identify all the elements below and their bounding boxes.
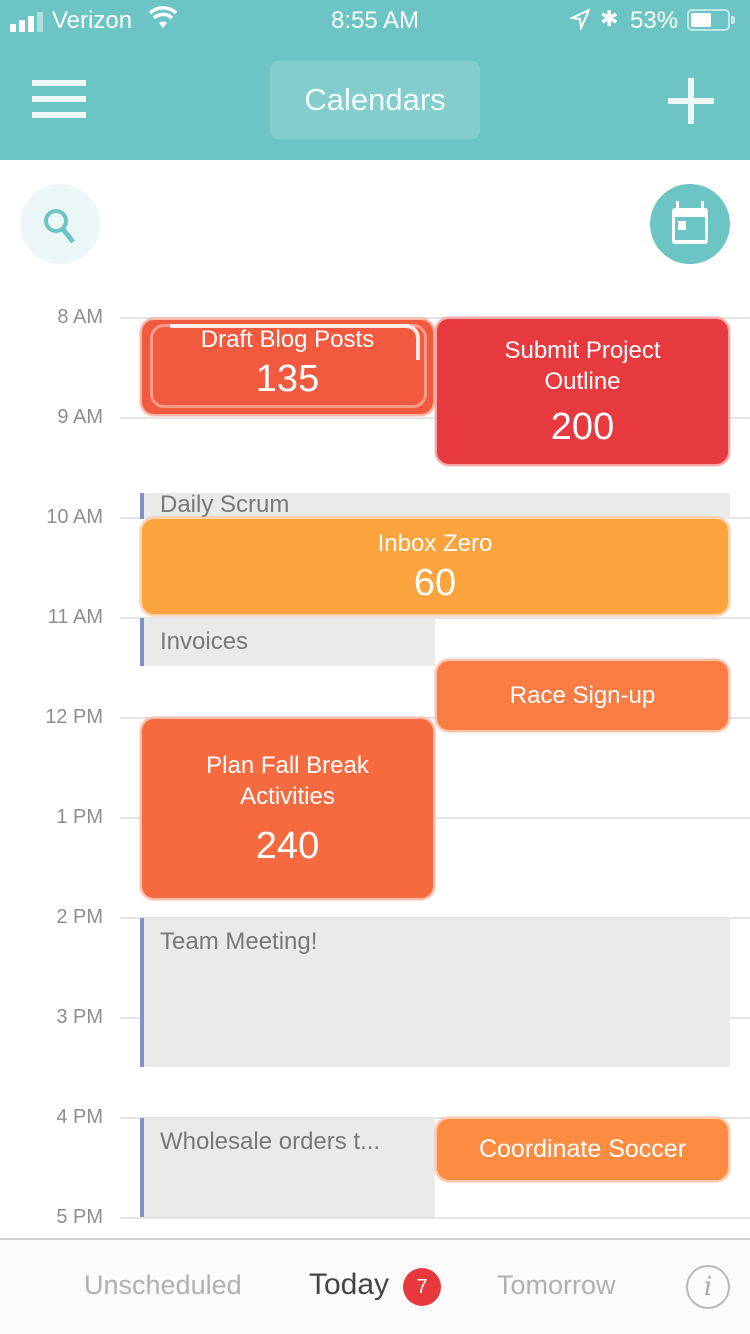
progress-arc <box>170 324 420 360</box>
task-title: Submit Project Outline <box>504 336 661 395</box>
task-card-inbox-zero[interactable]: Inbox Zero 60 <box>140 517 730 616</box>
info-icon[interactable]: i <box>686 1265 730 1309</box>
hour-label: 11 AM <box>47 606 103 628</box>
calendar-event-team-meeting[interactable]: Team Meeting! <box>140 918 730 1067</box>
hour-label: 9 AM <box>57 406 103 428</box>
tab-unscheduled[interactable]: Unscheduled <box>84 1270 242 1301</box>
today-count-badge: 7 <box>403 1268 441 1306</box>
task-title: Plan Fall Break Activities <box>206 751 369 810</box>
event-title: Invoices <box>160 628 249 655</box>
hour-label: 5 PM <box>56 1206 103 1228</box>
calendar-event-invoices[interactable]: Invoices <box>140 618 435 666</box>
hour-label: 3 PM <box>56 1006 103 1028</box>
task-value: 240 <box>255 824 320 867</box>
hour-label: 1 PM <box>56 806 103 828</box>
task-title: Race Sign-up <box>509 682 656 709</box>
event-title: Team Meeting! <box>160 928 318 955</box>
task-card-race-sign-up[interactable]: Race Sign-up <box>435 659 730 732</box>
hour-label: 10 AM <box>46 506 103 528</box>
task-card-submit-project-outline[interactable]: Submit Project Outline 200 <box>435 317 730 466</box>
hour-label: 8 AM <box>57 306 103 328</box>
hour-label: 2 PM <box>56 906 103 928</box>
calendar-event-daily-scrum[interactable]: Daily Scrum <box>140 493 730 519</box>
tab-tomorrow[interactable]: Tomorrow <box>497 1270 616 1301</box>
tab-today[interactable]: Today <box>309 1268 389 1302</box>
task-card-coordinate-soccer[interactable]: Coordinate Soccer <box>435 1117 730 1182</box>
task-title: Coordinate Soccer <box>478 1135 687 1163</box>
app-screen: Verizon 8:55 AM ✱ 53% Calendars 8 AM 9 A… <box>0 0 750 1334</box>
task-value: 60 <box>413 562 457 604</box>
hour-label: 4 PM <box>56 1106 103 1128</box>
task-value: 200 <box>550 405 615 448</box>
event-title: Daily Scrum <box>160 493 290 518</box>
hour-line <box>120 1217 750 1219</box>
calendar-event-wholesale-orders[interactable]: Wholesale orders t... <box>140 1118 435 1217</box>
task-card-plan-fall-break[interactable]: Plan Fall Break Activities 240 <box>140 717 435 900</box>
day-timeline: 8 AM 9 AM 10 AM 11 AM 12 PM 1 PM 2 PM 3 … <box>0 0 750 1334</box>
task-card-draft-blog-posts[interactable]: Draft Blog Posts 135 <box>140 318 435 416</box>
task-title: Inbox Zero <box>377 530 493 557</box>
bottom-tab-bar: Unscheduled Today 7 Tomorrow i <box>0 1238 750 1334</box>
hour-label: 12 PM <box>45 706 103 728</box>
event-title: Wholesale orders t... <box>160 1128 381 1155</box>
